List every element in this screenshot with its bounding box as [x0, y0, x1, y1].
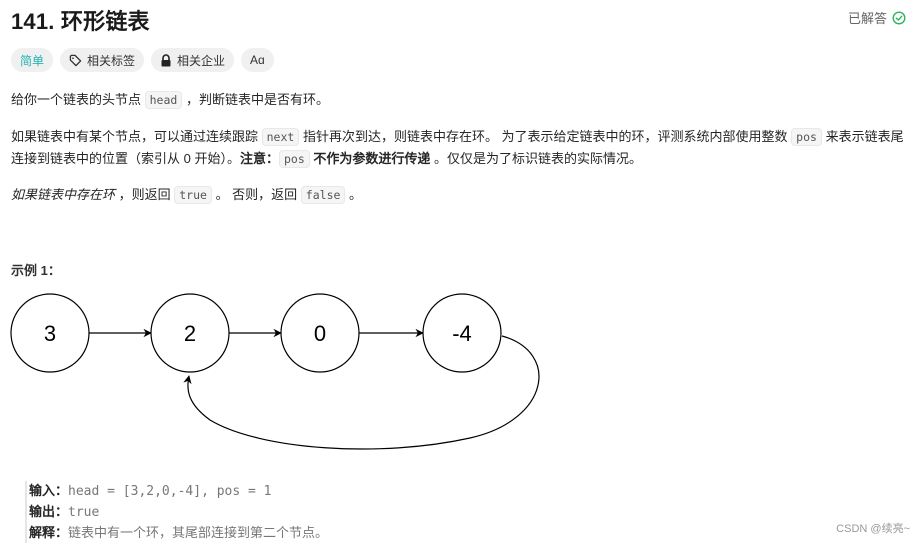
related-companies-label: 相关企业 — [177, 53, 226, 68]
text: 给你一个链表的头节点 — [11, 92, 145, 107]
description-p3: 如果链表中存在环 ，则返回 true 。 否则，返回 false 。 — [11, 184, 362, 206]
text: 。仅仅是为了标识链表的实际情况。 — [434, 151, 643, 166]
lock-icon — [161, 53, 171, 66]
input-label: 输入： — [29, 483, 69, 498]
difficulty-label: 简单 — [20, 53, 45, 68]
output-value: true — [68, 505, 100, 520]
example-io: 输入：head = [3,2,0,-4], pos = 1 输出：true 解释… — [25, 481, 328, 543]
problem-title: 141. 环形链表 — [11, 9, 150, 34]
description-p2: 如果链表中有某个节点，可以通过连续跟踪 next 指针再次到达，则链表中存在环。… — [11, 126, 911, 170]
related-companies-button[interactable]: 相关企业 — [151, 48, 235, 72]
related-tags-label: 相关标签 — [87, 53, 136, 68]
description-p1: 给你一个链表的头节点 head ，判断链表中是否有环。 — [11, 89, 329, 111]
note-bold: 不作为参数进行传递 — [309, 151, 434, 166]
tag-bar: 简单 相关标签 相关企业 Aɑ — [11, 48, 274, 72]
example-title: 示例 1： — [11, 263, 61, 278]
translate-icon: Aɑ — [250, 53, 265, 67]
text: 。 — [345, 187, 363, 202]
linked-list-diagram: 3 2 0 -4 — [10, 293, 540, 450]
font-toggle-button[interactable]: Aɑ — [241, 48, 274, 72]
list-node-value: 3 — [44, 321, 56, 346]
example-explanation: 解释：链表中有一个环，其尾部连接到第二个节点。 — [29, 523, 328, 543]
text: 。 否则，返回 — [211, 187, 301, 202]
code-pos-note: pos — [278, 150, 310, 168]
example-output: 输出：true — [29, 502, 328, 523]
code-next: next — [261, 128, 300, 146]
code-false: false — [300, 186, 346, 204]
text: 如果链表中有某个节点，可以通过连续跟踪 — [11, 129, 262, 144]
watermark: CSDN @续亮~ — [836, 523, 910, 535]
explain-label: 解释： — [29, 525, 69, 540]
note-label: 注意： — [239, 151, 279, 166]
check-circle-icon — [892, 10, 906, 25]
code-head: head — [144, 91, 183, 109]
output-label: 输出： — [29, 504, 69, 519]
list-node-value: 2 — [184, 321, 196, 346]
text: ，则返回 — [115, 187, 175, 202]
input-value: head = [3,2,0,-4], pos = 1 — [68, 484, 272, 499]
related-tags-button[interactable]: 相关标签 — [60, 48, 145, 72]
code-pos: pos — [791, 128, 822, 146]
example-input: 输入：head = [3,2,0,-4], pos = 1 — [29, 481, 328, 502]
italic-text: 如果链表中存在环 — [11, 187, 116, 202]
code-true: true — [174, 186, 212, 204]
solved-label: 已解答 — [847, 11, 887, 26]
difficulty-badge: 简单 — [11, 48, 54, 72]
list-node-value: 0 — [314, 321, 326, 346]
tag-icon — [69, 54, 82, 66]
list-node-value: -4 — [452, 321, 472, 346]
text: 指针再次到达，则链表中存在环。 为了表示给定链表中的环，评测系统内部使用整数 — [299, 129, 792, 144]
solved-status: 已解答 — [848, 8, 906, 27]
explain-value: 链表中有一个环，其尾部连接到第二个节点。 — [68, 525, 329, 540]
text: ，判断链表中是否有环。 — [182, 92, 329, 107]
